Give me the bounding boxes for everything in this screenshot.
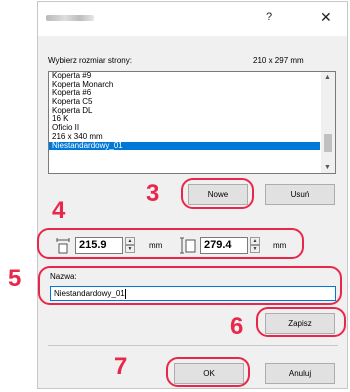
step-5-marker: 5 — [8, 265, 22, 292]
step-3-marker: 3 — [146, 180, 160, 207]
page-size-label: Wybierz rozmiar strony: — [48, 56, 132, 65]
cancel-button[interactable]: Anuluj — [265, 363, 335, 384]
delete-button[interactable]: Usuń — [265, 184, 335, 205]
blurred-window-title — [46, 15, 94, 21]
divider — [48, 345, 338, 346]
scroll-thumb[interactable] — [324, 134, 332, 152]
list-item[interactable]: Koperta Monarch — [49, 80, 335, 90]
list-scrollbar[interactable]: ▲ ▼ — [321, 72, 335, 173]
step-5-highlight — [38, 266, 342, 305]
list-item[interactable]: 16 K — [49, 115, 335, 124]
step-3-highlight — [181, 178, 254, 209]
page-size-list[interactable]: Koperta #9 Koperta Monarch Koperta #6 Ko… — [48, 71, 336, 174]
step-6-highlight — [256, 307, 346, 337]
step-4-marker: 4 — [52, 197, 66, 224]
close-icon[interactable]: ✕ — [320, 9, 332, 26]
list-item[interactable]: Koperta DL — [49, 106, 335, 116]
scroll-down-icon[interactable]: ▼ — [324, 164, 331, 171]
step-7-highlight — [166, 357, 250, 387]
step-7-marker: 7 — [114, 353, 128, 380]
help-button[interactable]: ? — [266, 11, 272, 23]
step-6-marker: 6 — [230, 313, 244, 340]
current-size-value: 210 x 297 mm — [253, 56, 304, 65]
step-4-highlight — [37, 228, 304, 259]
scroll-up-icon[interactable]: ▲ — [324, 74, 331, 81]
title-bar: ? ✕ — [38, 2, 347, 36]
list-item-selected[interactable]: Niestandardowy_01 — [49, 141, 320, 151]
